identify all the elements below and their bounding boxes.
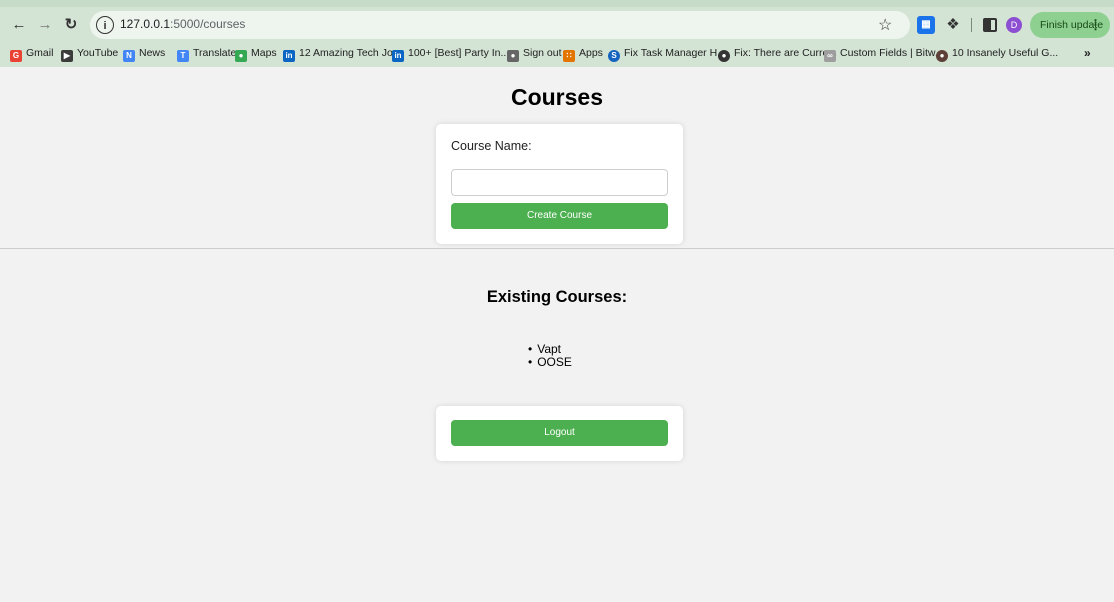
bookmark-label: Translate (193, 47, 237, 59)
page-content: Courses Course Name: Create Course Exist… (0, 67, 1114, 602)
url-path: :5000/courses (170, 17, 246, 31)
translate-icon: T (177, 50, 189, 62)
url-text[interactable]: 127.0.0.1:5000/courses (120, 17, 245, 31)
bookmark-label: Fix: There are Curre... (734, 47, 838, 59)
menu-dots-icon: ⋮ (1089, 17, 1102, 32)
course-list: Vapt OOSE (528, 343, 572, 369)
side-panel-icon[interactable] (983, 18, 997, 32)
apps-grid-icon: ∷ (563, 50, 575, 62)
reload-icon[interactable]: ↻ (60, 14, 82, 36)
existing-courses-heading: Existing Courses: (486, 288, 628, 306)
logout-button[interactable]: Logout (451, 420, 668, 446)
bookmark-label: Gmail (26, 47, 54, 59)
puzzle-extensions-icon[interactable]: ❖ (944, 16, 962, 34)
list-item: OOSE (528, 356, 572, 369)
url-host: 127.0.0.1 (120, 17, 171, 31)
create-course-card: Course Name: Create Course (436, 124, 683, 244)
tab-strip (0, 0, 1114, 7)
linkedin-icon: in (392, 50, 404, 62)
site-icon: ● (936, 50, 948, 62)
horizontal-divider (0, 248, 1114, 249)
back-arrow-icon[interactable]: ← (8, 14, 30, 36)
bookmark-apps[interactable]: ∷ Apps (563, 47, 603, 62)
profile-avatar[interactable]: D (1006, 17, 1022, 33)
youtube-icon: ▶ (61, 50, 73, 62)
toolbar-separator (971, 18, 972, 32)
bookmark-label: Custom Fields | Bitw... (840, 47, 944, 59)
bookmark-news[interactable]: N News (123, 47, 165, 62)
bookmark-label: Fix Task Manager H... (624, 47, 726, 59)
site-info-icon[interactable]: i (96, 16, 114, 34)
bookmark-label: 100+ [Best] Party In... (408, 47, 510, 59)
browser-chrome: ← → ↻ i 127.0.0.1:5000/courses ☆ ▦ ❖ D F… (0, 0, 1114, 67)
maps-icon: ● (235, 50, 247, 62)
bookmark-party-ideas[interactable]: in 100+ [Best] Party In... (392, 47, 509, 62)
globe-icon: ● (718, 50, 730, 62)
extension-icon[interactable]: ▦ (917, 16, 935, 34)
bookmark-label: YouTube (77, 47, 119, 59)
bookmarks-bar: G Gmail ▶ YouTube N News T Translate ● Maps i… (0, 44, 1114, 64)
gmail-icon: G (10, 50, 22, 62)
bookmark-label: News (139, 47, 166, 59)
bookmark-fix-there-are[interactable]: ● Fix: There are Curre... (718, 47, 837, 62)
bookmark-label: Apps (579, 47, 603, 59)
course-name-label: Course Name: (451, 139, 532, 153)
course-name-input[interactable] (451, 169, 668, 196)
logout-card: Logout (436, 406, 683, 461)
link-icon: ∞ (824, 50, 836, 62)
bookmark-maps[interactable]: ● Maps (235, 47, 277, 62)
bookmark-label: Sign out (523, 47, 562, 59)
bookmark-translate[interactable]: T Translate (177, 47, 236, 62)
apple-icon: ● (507, 50, 519, 62)
site-icon: S (608, 50, 620, 62)
bookmark-custom-fields[interactable]: ∞ Custom Fields | Bitw... (824, 47, 944, 62)
bookmark-label: Maps (251, 47, 277, 59)
bookmark-star-icon[interactable]: ☆ (878, 15, 892, 35)
forward-arrow-icon[interactable]: → (34, 14, 56, 36)
bookmark-useful-g[interactable]: ● 10 Insanely Useful G... (936, 47, 1058, 62)
linkedin-icon: in (283, 50, 295, 62)
page-title: Courses (510, 84, 604, 110)
bookmark-youtube[interactable]: ▶ YouTube (61, 47, 118, 62)
bookmark-label: 10 Insanely Useful G... (952, 47, 1059, 59)
address-bar[interactable]: i 127.0.0.1:5000/courses ☆ (90, 11, 910, 39)
create-course-button[interactable]: Create Course (451, 203, 668, 229)
finish-update-button[interactable]: Finish update ⋮ (1030, 12, 1110, 38)
bookmark-label: 12 Amazing Tech Jo... (299, 47, 402, 59)
bookmark-fix-task-manager[interactable]: S Fix Task Manager H... (608, 47, 726, 62)
bookmark-gmail[interactable]: G Gmail (10, 47, 53, 62)
news-icon: N (123, 50, 135, 62)
browser-toolbar: ← → ↻ i 127.0.0.1:5000/courses ☆ ▦ ❖ D F… (0, 10, 1114, 40)
bookmark-tech-jobs[interactable]: in 12 Amazing Tech Jo... (283, 47, 402, 62)
bookmarks-overflow-icon[interactable]: » (1084, 46, 1091, 60)
bookmark-sign-out[interactable]: ● Sign out (507, 47, 562, 62)
